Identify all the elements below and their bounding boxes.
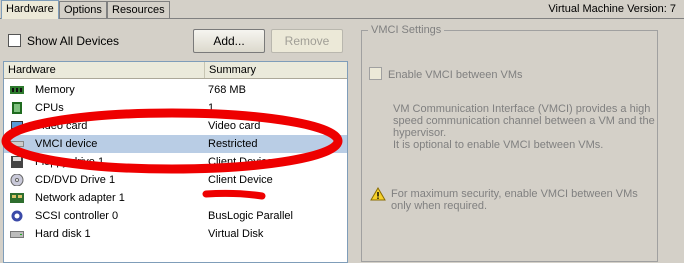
floppy-icon [11, 156, 23, 168]
hardware-name: CD/DVD Drive 1 [35, 174, 116, 186]
network-adapter-icon [10, 193, 24, 203]
tab-divider [0, 18, 684, 19]
hardware-summary: Client Device [208, 156, 273, 168]
hardware-row-network-adapter[interactable]: Network adapter 1 [4, 189, 347, 207]
hardware-summary: BusLogic Parallel [208, 210, 293, 222]
checkbox-box[interactable] [8, 34, 21, 47]
hardware-summary: Video card [208, 120, 261, 132]
warning-icon [370, 187, 386, 201]
cd-dvd-icon [10, 174, 24, 186]
vmci-optional-text: It is optional to enable VMCI between VM… [393, 139, 604, 151]
scsi-controller-icon [11, 210, 23, 222]
hardware-name: Network adapter 1 [35, 192, 125, 204]
hardware-row-floppy-drive[interactable]: Floppy drive 1 Client Device [4, 153, 347, 171]
remove-button[interactable]: Remove [271, 29, 343, 53]
hardware-row-hard-disk[interactable]: Hard disk 1 Virtual Disk [4, 225, 347, 243]
hardware-list-header: Hardware Summary [4, 62, 347, 79]
hard-disk-icon [10, 231, 24, 238]
vmci-warning-text: For maximum security, enable VMCI betwee… [391, 188, 638, 212]
hardware-name: Floppy drive 1 [35, 156, 105, 168]
hardware-summary: Restricted [208, 138, 258, 150]
hardware-row-vmci-device[interactable]: VMCI device Restricted [4, 135, 347, 153]
add-button[interactable]: Add... [193, 29, 265, 53]
vm-version-label: Virtual Machine Version: 7 [548, 3, 676, 15]
enable-vmci-label: Enable VMCI between VMs [388, 69, 523, 81]
tab-resources[interactable]: Resources [107, 1, 170, 18]
vmci-settings-title: VMCI Settings [368, 24, 445, 36]
column-header-hardware[interactable]: Hardware [4, 62, 205, 78]
hardware-list[interactable]: Hardware Summary Memory 768 MB CPUs 1 Vi… [3, 61, 348, 263]
hardware-row-video-card[interactable]: Video card Video card [4, 117, 347, 135]
memory-icon [10, 86, 24, 94]
hardware-summary: 768 MB [208, 84, 246, 96]
hardware-row-cpus[interactable]: CPUs 1 [4, 99, 347, 117]
checkbox-box[interactable] [369, 67, 382, 80]
hardware-name: Video card [35, 120, 88, 132]
tab-hardware[interactable]: Hardware [1, 0, 59, 19]
cpu-icon [12, 102, 22, 114]
vmci-device-icon [10, 141, 24, 147]
vmci-description: VM Communication Interface (VMCI) provid… [393, 103, 655, 151]
hardware-name: SCSI controller 0 [35, 210, 119, 222]
hardware-row-memory[interactable]: Memory 768 MB [4, 81, 347, 99]
enable-vmci-checkbox[interactable]: Enable VMCI between VMs [369, 67, 523, 82]
tab-options[interactable]: Options [59, 1, 107, 18]
video-card-icon [11, 121, 23, 131]
show-all-devices-label: Show All Devices [27, 34, 120, 48]
hardware-name: Hard disk 1 [35, 228, 91, 240]
show-all-devices-checkbox[interactable]: Show All Devices [8, 33, 119, 49]
hardware-name: Memory [35, 84, 75, 96]
hardware-name: CPUs [35, 102, 64, 114]
vmci-description-text: VM Communication Interface (VMCI) provid… [393, 103, 655, 139]
hardware-summary: Virtual Disk [208, 228, 264, 240]
hardware-summary: 1 [208, 102, 215, 114]
hardware-name: VMCI device [35, 138, 98, 150]
hardware-row-scsi-controller[interactable]: SCSI controller 0 BusLogic Parallel [4, 207, 347, 225]
hardware-summary: Client Device [208, 174, 273, 186]
column-header-summary[interactable]: Summary [205, 62, 346, 78]
hardware-row-cd-dvd-drive[interactable]: CD/DVD Drive 1 Client Device [4, 171, 347, 189]
